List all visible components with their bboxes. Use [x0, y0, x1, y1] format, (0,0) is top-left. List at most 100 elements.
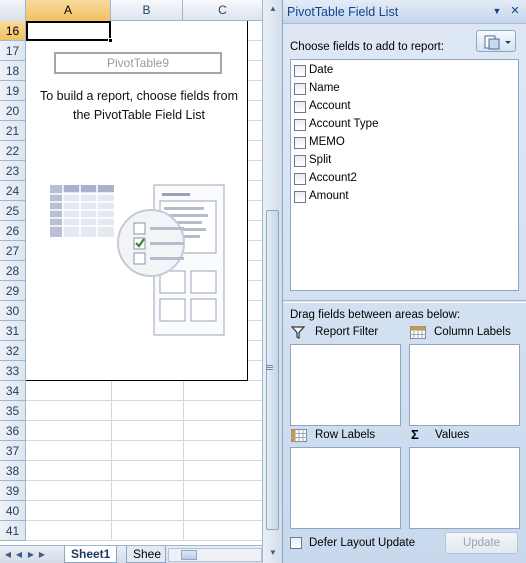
row-header[interactable]: 30 [0, 301, 26, 321]
pane-options-dropdown-icon[interactable]: ▼ [491, 5, 503, 17]
drag-fields-label: Drag fields between areas below: [290, 309, 461, 321]
field-label: Name [309, 82, 340, 94]
field-list-layout-icon [484, 35, 511, 50]
row-header[interactable]: 40 [0, 501, 26, 521]
field-item[interactable]: Account Type [293, 117, 493, 133]
fill-handle[interactable] [108, 38, 113, 43]
row-header[interactable]: 39 [0, 481, 26, 501]
scroll-down-icon[interactable]: ▼ [267, 547, 279, 559]
field-checkbox[interactable] [294, 65, 306, 77]
values-label: Values [435, 429, 470, 441]
field-checkbox[interactable] [294, 191, 306, 203]
report-filter-area[interactable] [290, 344, 401, 426]
field-checkbox[interactable] [294, 155, 306, 167]
field-label: Date [309, 64, 334, 76]
field-checkbox[interactable] [294, 137, 306, 149]
field-checkbox[interactable] [294, 173, 306, 185]
row-labels-area[interactable] [290, 447, 401, 529]
defer-layout-update[interactable]: Defer Layout Update [290, 536, 430, 552]
row-header[interactable]: 22 [0, 141, 26, 161]
field-item[interactable]: Split [293, 153, 493, 169]
worksheet[interactable]: A B C 16 17 18 19 20 21 22 23 24 25 26 27 28 29 30 31 32… [0, 0, 262, 563]
column-labels-icon [410, 326, 426, 339]
field-label: Split [309, 154, 332, 166]
pivot-table-instructions: To build a report, choose fields from th… [39, 89, 239, 122]
first-sheet-icon[interactable]: ◀ [3, 549, 13, 561]
horizontal-scroll-thumb[interactable] [181, 550, 197, 560]
field-list-layout-button[interactable] [476, 30, 516, 52]
row-labels-icon [291, 429, 307, 442]
row-header[interactable]: 36 [0, 421, 26, 441]
defer-layout-update-label: Defer Layout Update [309, 537, 416, 549]
row-header[interactable]: 21 [0, 121, 26, 141]
field-item[interactable]: MEMO [293, 135, 493, 151]
update-button[interactable]: Update [445, 532, 518, 554]
field-item[interactable]: Amount [293, 189, 493, 205]
horizontal-scrollbar[interactable] [168, 548, 262, 562]
column-labels-label: Column Labels [434, 326, 511, 338]
column-header-c[interactable]: C [183, 0, 262, 21]
field-item[interactable]: Name [293, 81, 493, 97]
row-header[interactable]: 18 [0, 61, 26, 81]
field-checkbox[interactable] [294, 119, 306, 131]
report-filter-label: Report Filter [315, 326, 379, 338]
column-header-b[interactable]: B [111, 0, 183, 21]
row-header[interactable]: 17 [0, 41, 26, 61]
column-header-a[interactable]: A [26, 0, 111, 21]
row-header[interactable]: 25 [0, 201, 26, 221]
filter-icon [291, 326, 305, 339]
active-cell-a16[interactable] [26, 21, 113, 43]
pane-close-icon[interactable]: ✕ [509, 5, 521, 17]
row-header[interactable]: 38 [0, 461, 26, 481]
row-header[interactable]: 37 [0, 441, 26, 461]
grid-line [26, 540, 262, 541]
column-labels-area[interactable] [409, 344, 520, 426]
next-sheet-icon[interactable]: ▶ [26, 549, 36, 561]
field-item[interactable]: Date [293, 63, 493, 79]
grid-line [26, 460, 262, 461]
row-header[interactable]: 29 [0, 281, 26, 301]
values-area[interactable] [409, 447, 520, 529]
grid-line [26, 500, 262, 501]
scroll-up-icon[interactable]: ▲ [267, 3, 279, 15]
field-list-box: Date Name Account Account Type MEMO Split Acco… [290, 59, 519, 291]
vertical-scrollbar[interactable]: ▲ ▼ [262, 0, 282, 563]
row-header[interactable]: 24 [0, 181, 26, 201]
field-label: Amount [309, 190, 349, 202]
row-header[interactable]: 28 [0, 261, 26, 281]
pane-title: PivotTable Field List [287, 5, 399, 19]
row-header[interactable]: 26 [0, 221, 26, 241]
grid-line [26, 420, 262, 421]
scroll-grip [266, 365, 273, 366]
row-header[interactable]: 31 [0, 321, 26, 341]
row-header[interactable]: 16 [0, 21, 26, 41]
row-header[interactable]: 35 [0, 401, 26, 421]
choose-fields-label: Choose fields to add to report: [290, 41, 445, 53]
grid-line [26, 400, 262, 401]
field-item[interactable]: Account2 [293, 171, 493, 187]
field-checkbox[interactable] [294, 83, 306, 95]
sheet-tab-sheet2[interactable]: Shee [126, 546, 166, 563]
row-header[interactable]: 33 [0, 361, 26, 381]
row-header[interactable]: 19 [0, 81, 26, 101]
field-item[interactable]: Account [293, 99, 493, 115]
last-sheet-icon[interactable]: ▶ [37, 549, 47, 561]
sheet-tab-sheet1[interactable]: Sheet1 [64, 546, 118, 563]
pane-splitter[interactable] [283, 300, 526, 303]
defer-layout-update-checkbox[interactable] [290, 537, 302, 549]
row-header[interactable]: 27 [0, 241, 26, 261]
row-header[interactable]: 23 [0, 161, 26, 181]
row-header[interactable]: 34 [0, 381, 26, 401]
row-header[interactable]: 41 [0, 521, 26, 541]
row-header[interactable]: 32 [0, 341, 26, 361]
row-header[interactable]: 20 [0, 101, 26, 121]
column-header-bar: A B C [0, 0, 262, 21]
prev-sheet-icon[interactable]: ◀ [14, 549, 24, 561]
field-label: Account Type [309, 118, 379, 130]
vertical-scroll-thumb[interactable] [266, 210, 279, 530]
select-all-corner[interactable] [0, 0, 26, 21]
field-label: MEMO [309, 136, 345, 148]
field-label: Account [309, 100, 351, 112]
field-checkbox[interactable] [294, 101, 306, 113]
pivot-table-placeholder[interactable]: PivotTable9 To build a report, choose fi… [26, 21, 248, 381]
